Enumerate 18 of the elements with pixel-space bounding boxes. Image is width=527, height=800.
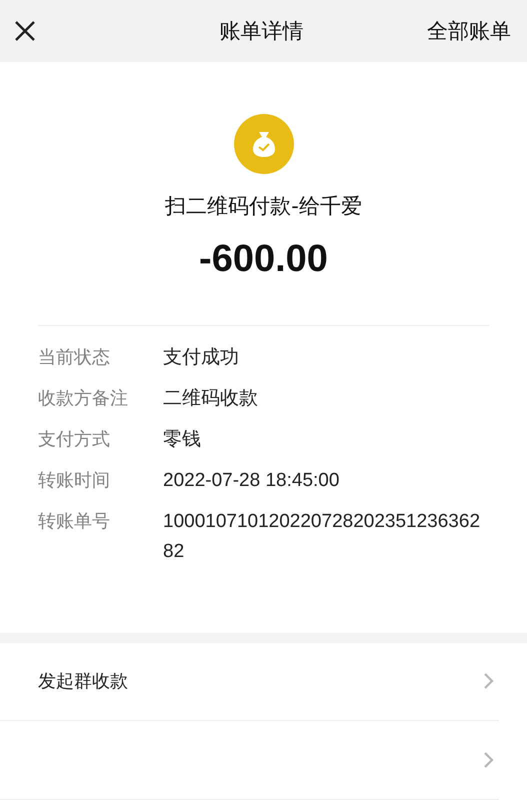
detail-label: 当前状态 xyxy=(38,346,111,370)
chevron-right-icon xyxy=(483,751,495,770)
all-bills-link[interactable]: 全部账单 xyxy=(427,16,511,45)
detail-label: 转账单号 xyxy=(38,510,111,534)
detail-value: 100010710120220728202351236362 82 xyxy=(163,510,482,564)
detail-value: 支付成功 xyxy=(163,346,240,370)
detail-label: 转账时间 xyxy=(38,468,111,493)
detail-label: 支付方式 xyxy=(38,428,111,452)
money-bag-icon xyxy=(234,114,294,174)
amount: -600.00 xyxy=(199,238,328,281)
detail-value: 二维码收款 xyxy=(163,386,259,411)
payment-title: 扫二维码付款-给千爱 xyxy=(165,192,362,220)
detail-value: 2022-07-28 18:45:00 xyxy=(163,468,340,493)
action-label[interactable]: 发起群收款 xyxy=(38,669,128,694)
detail-label: 收款方备注 xyxy=(38,386,129,411)
page-title: 账单详情 xyxy=(220,18,304,45)
detail-value: 零钱 xyxy=(163,428,202,452)
chevron-right-icon xyxy=(483,672,495,690)
